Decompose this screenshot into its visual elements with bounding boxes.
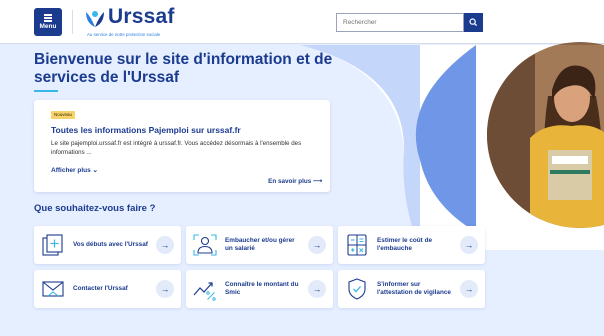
news-card: Nouveau Toutes les informations Pajemplo… [34, 100, 330, 192]
shield-check-icon [348, 278, 366, 300]
news-text: Le site pajemploi.urssaf.fr est intégré … [51, 140, 302, 156]
title-underline [34, 90, 58, 92]
news-title: Toutes les informations Pajemploi sur ur… [51, 125, 241, 135]
section-heading: Que souhaitez-vous faire ? [34, 203, 156, 214]
calculator-icon [347, 234, 367, 256]
action-card-contacter[interactable]: Contacter l'Urssaf → [34, 270, 181, 308]
learn-more-link[interactable]: En savoir plus ⟶ [268, 178, 322, 185]
action-card-smic[interactable]: Connaître le montant du Smic → [186, 270, 333, 308]
arrow-right-icon: → [308, 236, 326, 254]
action-card-debuts[interactable]: Vos débuts avec l'Urssaf → [34, 226, 181, 264]
arrow-right-icon: → [156, 236, 174, 254]
show-more-button[interactable]: Afficher plus ⌄ [51, 166, 98, 174]
action-label: Connaître le montant du Smic [225, 280, 299, 296]
arrow-right-icon: → [460, 236, 478, 254]
action-card-embaucher[interactable]: Embaucher et/ou gérer un salarié → [186, 226, 333, 264]
arrow-right-icon: → [156, 280, 174, 298]
action-label: Contacter l'Urssaf [73, 284, 128, 292]
action-label: S'informer sur l'attestation de vigilanc… [377, 280, 451, 296]
action-card-estimer[interactable]: Estimer le coût de l'embauche → [338, 226, 485, 264]
action-card-vigilance[interactable]: S'informer sur l'attestation de vigilanc… [338, 270, 485, 308]
add-document-icon [42, 234, 63, 256]
employee-icon [193, 234, 217, 256]
trend-percent-icon [193, 282, 216, 301]
new-badge: Nouveau [51, 111, 76, 119]
mail-icon [42, 281, 64, 297]
arrow-right-icon: → [308, 280, 326, 298]
action-label: Embaucher et/ou gérer un salarié [225, 236, 295, 252]
arrow-right-icon: → [460, 280, 478, 298]
action-label: Vos débuts avec l'Urssaf [73, 240, 148, 248]
action-label: Estimer le coût de l'embauche [377, 236, 433, 252]
page-title: Bienvenue sur le site d'information et d… [34, 51, 333, 86]
